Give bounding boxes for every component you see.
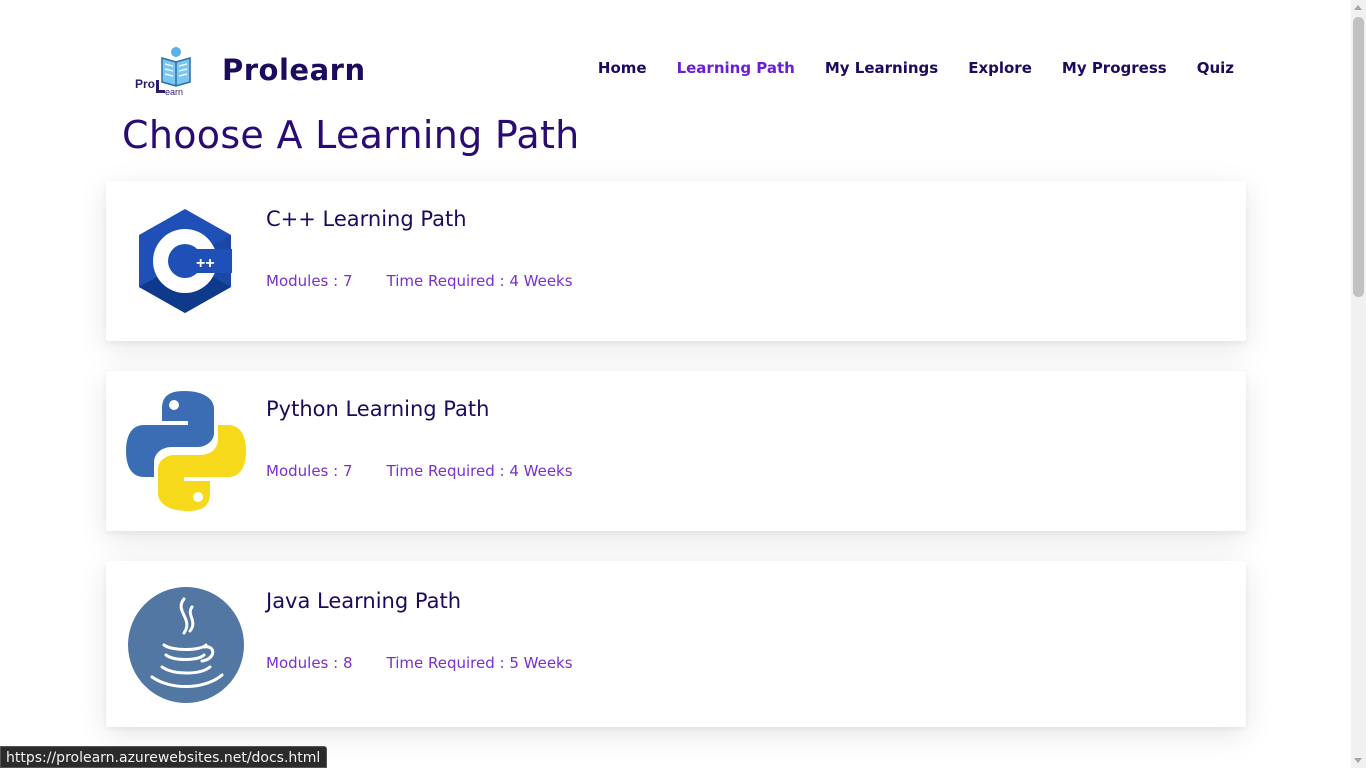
nav-home[interactable]: Home <box>598 59 647 77</box>
card-meta: Modules : 7 Time Required : 4 Weeks <box>266 462 573 480</box>
vertical-scrollbar[interactable] <box>1351 0 1366 768</box>
modules-count: Modules : 8 <box>266 654 353 672</box>
card-meta: Modules : 8 Time Required : 5 Weeks <box>266 654 573 672</box>
scroll-down-arrow-icon[interactable] <box>1354 758 1362 763</box>
nav-my-learnings[interactable]: My Learnings <box>825 59 938 77</box>
java-logo-icon <box>128 587 244 707</box>
learning-path-card-python[interactable]: Python Learning Path Modules : 7 Time Re… <box>106 371 1246 531</box>
status-bar-url: https://prolearn.azurewebsites.net/docs.… <box>0 746 328 768</box>
nav-my-progress[interactable]: My Progress <box>1062 59 1167 77</box>
card-title[interactable]: Python Learning Path <box>266 397 489 421</box>
cpp-logo-icon: ++ <box>136 207 234 319</box>
app-viewport: Pro earn Prolearn Home Learning Path My … <box>0 0 1366 768</box>
svg-text:Pro: Pro <box>135 77 155 91</box>
modules-count: Modules : 7 <box>266 462 353 480</box>
time-required: Time Required : 5 Weeks <box>386 654 573 672</box>
card-title[interactable]: C++ Learning Path <box>266 207 467 231</box>
python-logo-icon <box>126 391 246 515</box>
scroll-up-arrow-icon[interactable] <box>1354 5 1362 10</box>
svg-text:earn: earn <box>165 87 183 97</box>
nav-quiz[interactable]: Quiz <box>1197 59 1234 77</box>
svg-text:++: ++ <box>196 255 215 272</box>
card-title[interactable]: Java Learning Path <box>266 589 461 613</box>
prolearn-logo-icon: Pro earn <box>132 42 200 98</box>
time-required: Time Required : 4 Weeks <box>386 272 573 290</box>
learning-path-card-java[interactable]: Java Learning Path Modules : 8 Time Requ… <box>106 561 1246 727</box>
time-required: Time Required : 4 Weeks <box>386 462 573 480</box>
brand[interactable]: Pro earn Prolearn <box>132 42 366 98</box>
page-title: Choose A Learning Path <box>122 113 580 157</box>
nav-learning-path[interactable]: Learning Path <box>677 59 795 77</box>
main-nav: Home Learning Path My Learnings Explore … <box>598 59 1234 77</box>
modules-count: Modules : 7 <box>266 272 353 290</box>
scrollbar-thumb[interactable] <box>1353 17 1364 297</box>
card-meta: Modules : 7 Time Required : 4 Weeks <box>266 272 573 290</box>
nav-explore[interactable]: Explore <box>968 59 1032 77</box>
brand-name: Prolearn <box>222 53 366 87</box>
learning-path-card-cpp[interactable]: ++ C++ Learning Path Modules : 7 Time Re… <box>106 181 1246 341</box>
